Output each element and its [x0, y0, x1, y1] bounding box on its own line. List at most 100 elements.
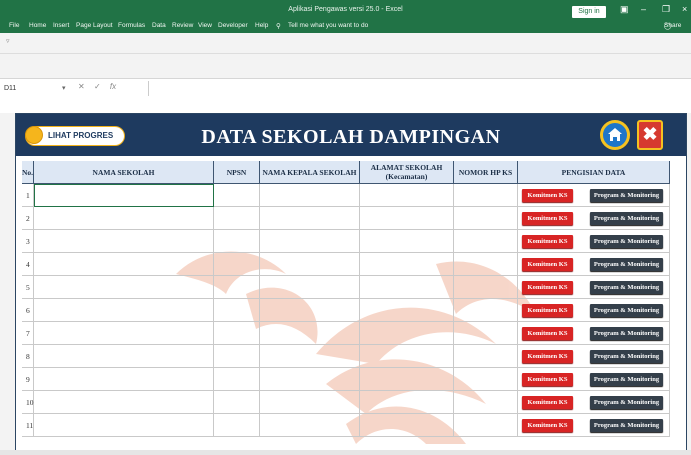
nomor-hp-cell[interactable] [454, 276, 518, 299]
tab-page-layout[interactable]: Page Layout [76, 22, 113, 29]
exit-icon[interactable]: ✖ [637, 120, 663, 150]
komitmen-ks-button[interactable]: Komitmen KS [522, 235, 573, 248]
alamat-cell[interactable] [360, 322, 454, 345]
komitmen-ks-button[interactable]: Komitmen KS [522, 350, 573, 363]
nama-sekolah-cell[interactable] [34, 368, 214, 391]
alamat-cell[interactable] [360, 414, 454, 437]
komitmen-ks-button[interactable]: Komitmen KS [522, 281, 573, 294]
nama-sekolah-cell[interactable] [34, 253, 214, 276]
tell-me-search[interactable]: Tell me what you want to do [288, 22, 368, 29]
program-monitoring-button[interactable]: Program & Monitoring [590, 350, 663, 363]
npsn-cell[interactable] [214, 368, 260, 391]
customize-toolbar-icon[interactable]: ▿ [6, 37, 10, 45]
nama-kepala-cell[interactable] [260, 184, 360, 207]
nama-sekolah-cell[interactable] [34, 276, 214, 299]
cancel-icon[interactable]: ✕ [78, 82, 85, 91]
tab-data[interactable]: Data [152, 22, 166, 29]
npsn-cell[interactable] [214, 253, 260, 276]
nama-kepala-cell[interactable] [260, 322, 360, 345]
nama-kepala-cell[interactable] [260, 253, 360, 276]
komitmen-ks-button[interactable]: Komitmen KS [522, 304, 573, 317]
tab-file[interactable]: File [9, 22, 19, 29]
program-monitoring-button[interactable]: Program & Monitoring [590, 327, 663, 340]
nomor-hp-cell[interactable] [454, 207, 518, 230]
nama-kepala-cell[interactable] [260, 276, 360, 299]
tab-view[interactable]: View [198, 22, 212, 29]
minimize-icon[interactable]: – [641, 4, 646, 14]
program-monitoring-button[interactable]: Program & Monitoring [590, 373, 663, 386]
nomor-hp-cell[interactable] [454, 345, 518, 368]
npsn-cell[interactable] [214, 322, 260, 345]
nama-kepala-cell[interactable] [260, 414, 360, 437]
nama-sekolah-cell[interactable] [34, 414, 214, 437]
enter-icon[interactable]: ✓ [94, 82, 101, 91]
komitmen-ks-button[interactable]: Komitmen KS [522, 212, 573, 225]
tab-home[interactable]: Home [29, 22, 46, 29]
alamat-cell[interactable] [360, 391, 454, 414]
komitmen-ks-button[interactable]: Komitmen KS [522, 396, 573, 409]
nama-sekolah-cell[interactable] [34, 322, 214, 345]
formula-input[interactable] [148, 81, 689, 96]
nomor-hp-cell[interactable] [454, 391, 518, 414]
tab-developer[interactable]: Developer [218, 22, 248, 29]
nomor-hp-cell[interactable] [454, 253, 518, 276]
komitmen-ks-button[interactable]: Komitmen KS [522, 189, 573, 202]
close-icon[interactable]: × [682, 4, 687, 14]
komitmen-ks-button[interactable]: Komitmen KS [522, 258, 573, 271]
tab-formulas[interactable]: Formulas [118, 22, 145, 29]
nama-sekolah-cell[interactable] [34, 207, 214, 230]
horizontal-scrollbar[interactable] [0, 450, 691, 455]
program-monitoring-button[interactable]: Program & Monitoring [590, 212, 663, 225]
program-monitoring-button[interactable]: Program & Monitoring [590, 189, 663, 202]
npsn-cell[interactable] [214, 276, 260, 299]
nama-kepala-cell[interactable] [260, 368, 360, 391]
nama-kepala-cell[interactable] [260, 345, 360, 368]
komitmen-ks-button[interactable]: Komitmen KS [522, 373, 573, 386]
nomor-hp-cell[interactable] [454, 299, 518, 322]
chevron-down-icon[interactable]: ▾ [62, 82, 66, 95]
nama-sekolah-cell[interactable] [34, 391, 214, 414]
nomor-hp-cell[interactable] [454, 322, 518, 345]
nama-sekolah-cell[interactable] [34, 345, 214, 368]
alamat-cell[interactable] [360, 230, 454, 253]
tab-help[interactable]: Help [255, 22, 268, 29]
nomor-hp-cell[interactable] [454, 230, 518, 253]
nama-sekolah-cell[interactable] [34, 299, 214, 322]
ribbon-display-icon[interactable]: ▣ [620, 4, 629, 15]
program-monitoring-button[interactable]: Program & Monitoring [590, 396, 663, 409]
tab-insert[interactable]: Insert [53, 22, 69, 29]
tab-review[interactable]: Review [172, 22, 193, 29]
program-monitoring-button[interactable]: Program & Monitoring [590, 258, 663, 271]
alamat-cell[interactable] [360, 345, 454, 368]
program-monitoring-button[interactable]: Program & Monitoring [590, 281, 663, 294]
program-monitoring-button[interactable]: Program & Monitoring [590, 304, 663, 317]
npsn-cell[interactable] [214, 414, 260, 437]
npsn-cell[interactable] [214, 391, 260, 414]
alamat-cell[interactable] [360, 368, 454, 391]
nomor-hp-cell[interactable] [454, 414, 518, 437]
npsn-cell[interactable] [214, 207, 260, 230]
home-icon[interactable] [600, 120, 630, 150]
alamat-cell[interactable] [360, 207, 454, 230]
alamat-cell[interactable] [360, 253, 454, 276]
program-monitoring-button[interactable]: Program & Monitoring [590, 419, 663, 432]
restore-icon[interactable]: ❐ [662, 4, 670, 15]
insert-function-icon[interactable]: fx [110, 82, 116, 91]
komitmen-ks-button[interactable]: Komitmen KS [522, 327, 573, 340]
nomor-hp-cell[interactable] [454, 368, 518, 391]
nama-sekolah-cell[interactable] [34, 230, 214, 253]
npsn-cell[interactable] [214, 299, 260, 322]
npsn-cell[interactable] [214, 345, 260, 368]
nama-kepala-cell[interactable] [260, 391, 360, 414]
nama-kepala-cell[interactable] [260, 230, 360, 253]
alamat-cell[interactable] [360, 184, 454, 207]
nama-kepala-cell[interactable] [260, 207, 360, 230]
komitmen-ks-button[interactable]: Komitmen KS [522, 419, 573, 432]
program-monitoring-button[interactable]: Program & Monitoring [590, 235, 663, 248]
nomor-hp-cell[interactable] [454, 184, 518, 207]
alamat-cell[interactable] [360, 299, 454, 322]
sign-in-button[interactable]: Sign in [572, 6, 606, 18]
npsn-cell[interactable] [214, 230, 260, 253]
alamat-cell[interactable] [360, 276, 454, 299]
nama-kepala-cell[interactable] [260, 299, 360, 322]
